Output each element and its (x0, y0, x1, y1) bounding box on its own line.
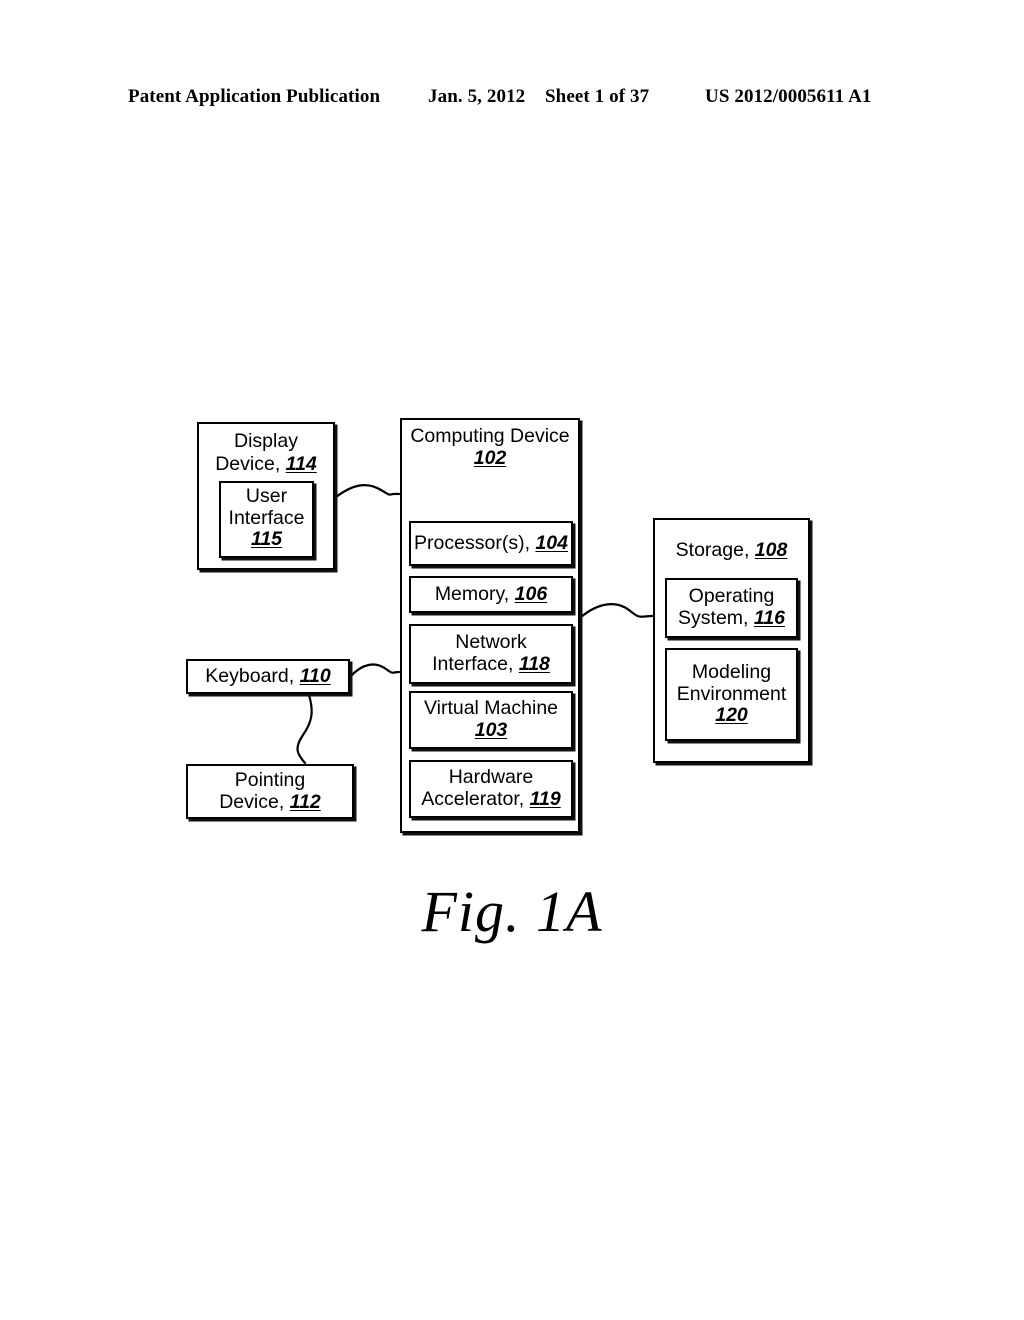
modeling-environment-line2: Environment (676, 682, 787, 705)
display-device-line1: Display (234, 430, 298, 452)
keyboard-label: Keyboard, 110 (205, 664, 331, 688)
virtual-machine-ref: 103 (474, 719, 508, 741)
display-device-line2: Device, (215, 453, 286, 475)
hardware-accelerator-line1: Hardware (448, 766, 534, 789)
memory-line1: Memory, (434, 582, 515, 605)
operating-system-line1: Operating (688, 585, 775, 608)
virtual-machine-label: Virtual Machine 103 (423, 697, 559, 742)
block-keyboard[interactable]: Keyboard, 110 (186, 659, 350, 694)
computing-device-ref: 102 (473, 446, 507, 469)
modeling-environment-label: Modeling Environment 120 (676, 660, 787, 727)
user-interface-ref: 115 (250, 528, 283, 551)
block-virtual-machine[interactable]: Virtual Machine 103 (409, 691, 573, 749)
hardware-accelerator-label: Hardware Accelerator, 119 (421, 766, 561, 811)
connector-keyboard-to-pointing (296, 693, 313, 765)
block-pointing-device[interactable]: Pointing Device, 112 (186, 764, 354, 819)
display-device-label: Display Device, 114 (215, 430, 317, 476)
network-interface-line1: Network (455, 631, 527, 654)
keyboard-line1: Keyboard, (205, 664, 300, 687)
processors-ref: 104 (535, 531, 568, 554)
connector-computing-to-storage (579, 603, 655, 619)
operating-system-label: Operating System, 116 (678, 585, 785, 630)
block-memory[interactable]: Memory, 106 (409, 576, 573, 613)
pointing-device-line1: Pointing (234, 768, 306, 791)
storage-line1: Storage, (675, 539, 755, 561)
connector-display-to-computing (334, 484, 401, 499)
display-device-ref: 114 (285, 453, 317, 475)
connector-keyboard-to-computing (349, 663, 401, 678)
block-modeling-environment[interactable]: Modeling Environment 120 (665, 648, 798, 741)
figure-caption: Fig. 1A (421, 879, 603, 944)
block-network-interface[interactable]: Network Interface, 118 (409, 624, 573, 684)
pointing-device-ref: 112 (289, 790, 321, 813)
block-user-interface[interactable]: User Interface 115 (219, 481, 314, 558)
modeling-environment-ref: 120 (715, 704, 748, 727)
network-interface-line2: Interface, (432, 653, 519, 675)
hardware-accelerator-line2: Accelerator, (421, 788, 530, 810)
network-interface-label: Network Interface, 118 (432, 631, 550, 676)
keyboard-ref: 110 (299, 664, 331, 687)
block-hardware-accelerator[interactable]: Hardware Accelerator, 119 (409, 760, 573, 818)
memory-ref: 106 (514, 582, 548, 605)
pointing-device-label: Pointing Device, 112 (219, 768, 321, 814)
user-interface-label: User Interface 115 (228, 484, 305, 551)
operating-system-ref: 116 (753, 607, 785, 629)
block-operating-system[interactable]: Operating System, 116 (665, 578, 798, 638)
network-interface-ref: 118 (518, 653, 550, 675)
computing-device-label: Computing Device 102 (410, 425, 570, 470)
virtual-machine-line1: Virtual Machine (423, 697, 559, 720)
operating-system-line2: System, (678, 607, 754, 629)
memory-label: Memory, 106 (434, 582, 548, 606)
block-processors[interactable]: Processor(s), 104 (409, 521, 573, 566)
storage-ref: 108 (754, 539, 788, 561)
storage-label: Storage, 108 (675, 539, 788, 562)
processors-label: Processor(s), 104 (414, 531, 568, 555)
hardware-accelerator-ref: 119 (529, 788, 561, 810)
user-interface-line2: Interface (228, 506, 305, 529)
user-interface-line1: User (245, 484, 288, 507)
processors-line1: Processor(s), (414, 531, 536, 554)
computing-device-line1: Computing Device (410, 425, 570, 447)
figure-1a-diagram: Display Device, 114 User Interface 115 Comp… (0, 0, 1024, 1320)
pointing-device-line2: Device, (219, 790, 290, 813)
modeling-environment-line1: Modeling (691, 660, 772, 683)
